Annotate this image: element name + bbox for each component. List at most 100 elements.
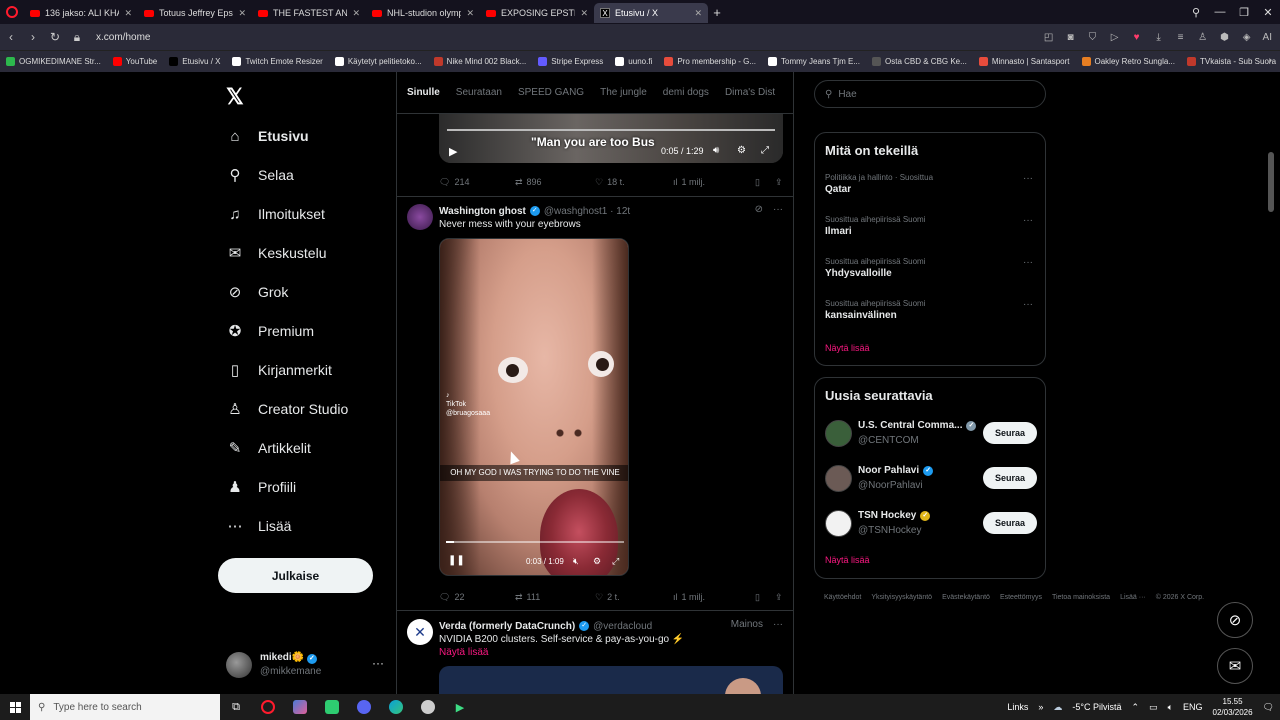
- nav-item-selaa[interactable]: ⚲ Selaa: [226, 166, 294, 184]
- footer-link[interactable]: Evästekäytäntö: [942, 594, 990, 601]
- shield-icon[interactable]: ⛉: [1083, 32, 1103, 43]
- discord-icon[interactable]: [348, 694, 380, 720]
- footer-link[interactable]: Yksityisyyskäytäntö: [871, 594, 932, 601]
- nav-item-premium[interactable]: ✪ Premium: [226, 322, 314, 340]
- volume-icon[interactable]: 🔈︎: [1168, 702, 1173, 713]
- like-button[interactable]: ♡ 2 t.: [595, 589, 673, 605]
- bookmark-item[interactable]: Osta CBD & CBG Ke...: [872, 57, 967, 66]
- start-button[interactable]: [0, 694, 30, 720]
- task-view-icon[interactable]: ⧉: [220, 694, 252, 720]
- network-icon[interactable]: ▭: [1149, 702, 1158, 713]
- browser-tab[interactable]: THE FASTEST ANIMATRON ✕: [252, 3, 366, 23]
- follow-button[interactable]: Seuraa: [983, 467, 1037, 489]
- footer-link[interactable]: Esteettömyys: [1000, 594, 1042, 601]
- avatar[interactable]: [407, 204, 433, 230]
- bookmark-item[interactable]: uuno.fi: [615, 57, 652, 66]
- share-icon[interactable]: ⇪: [775, 174, 783, 190]
- trend-item[interactable]: Suosittua aihepiirissä Suomi kansainvälin…: [825, 299, 1037, 329]
- chevron-icon[interactable]: »: [1038, 702, 1043, 712]
- play-icon[interactable]: ▷: [1105, 32, 1125, 43]
- search-tabs-icon[interactable]: ⚲: [1184, 6, 1208, 19]
- video-player[interactable]: "Man you are too Bus ▶ 0:05 / 1:29 🔊︎ ⚙ …: [439, 114, 783, 163]
- grok-fab-icon[interactable]: ⊘: [1217, 602, 1253, 638]
- follow-suggestion[interactable]: TSN Hockey ✓ @TSNHockey Seuraa: [825, 508, 1037, 538]
- reload-button[interactable]: ↻: [44, 30, 66, 44]
- follow-button[interactable]: Seuraa: [983, 512, 1037, 534]
- clock[interactable]: 15.55 02/03/2026: [1213, 696, 1253, 718]
- nav-item-creator-studio[interactable]: ♙ Creator Studio: [226, 400, 348, 418]
- back-button[interactable]: ‹: [0, 30, 22, 44]
- post-author-name[interactable]: Verda (formerly DataCrunch): [439, 621, 575, 632]
- profile-icon[interactable]: ♙: [1193, 32, 1213, 43]
- share-icon[interactable]: ⇪: [775, 589, 783, 605]
- nav-item-keskustelu[interactable]: ✉ Keskustelu: [226, 244, 327, 262]
- new-tab-button[interactable]: +: [708, 5, 726, 20]
- close-icon[interactable]: ✕: [580, 8, 588, 19]
- download-icon[interactable]: ⤓: [1149, 32, 1169, 43]
- taskbar-search-input[interactable]: ⚲ Type here to search: [30, 694, 220, 720]
- bookmark-item[interactable]: Twitch Emote Resizer: [232, 57, 323, 66]
- close-icon[interactable]: ✕: [124, 8, 132, 19]
- footer-link[interactable]: © 2026 X Corp.: [1156, 594, 1204, 601]
- more-icon[interactable]: ···: [1023, 173, 1033, 184]
- views-button[interactable]: ıl 1 milj.: [673, 589, 755, 605]
- nav-item-artikkelit[interactable]: ✎ Artikkelit: [226, 439, 311, 457]
- nav-item-ilmoitukset[interactable]: ♫ Ilmoitukset: [226, 205, 325, 223]
- post-author-name[interactable]: Washington ghost: [439, 206, 526, 217]
- bookmark-item[interactable]: Tommy Jeans Tjm E...: [768, 57, 860, 66]
- app-icon[interactable]: [316, 694, 348, 720]
- close-icon[interactable]: ✕: [238, 8, 246, 19]
- bookmark-icon[interactable]: ▯: [755, 174, 775, 190]
- show-more-link[interactable]: Näytä lisää: [825, 343, 870, 353]
- opera-menu-icon[interactable]: [0, 0, 24, 24]
- play-icon[interactable]: ▶: [449, 145, 457, 158]
- footer-link[interactable]: Tietoa mainoksista: [1052, 594, 1110, 601]
- views-button[interactable]: ıl 1 milj.: [673, 174, 755, 190]
- follow-suggestion[interactable]: U.S. Central Comma... ✓ @CENTCOM Seuraa: [825, 418, 1037, 448]
- bookmark-item[interactable]: Oakley Retro Sungla...: [1081, 57, 1175, 66]
- fullscreen-icon[interactable]: ⤢: [761, 145, 769, 156]
- bookmark-item[interactable]: Nike Mind 002 Black...: [433, 57, 526, 66]
- cube-icon[interactable]: ◈: [1237, 32, 1257, 43]
- reply-button[interactable]: 🗨︎ 22: [439, 589, 515, 605]
- timeline-tab[interactable]: demi dogs: [663, 87, 709, 98]
- bookmark-item[interactable]: Käytetyt pelitietoko...: [334, 57, 422, 66]
- nav-item-lisää[interactable]: ⋯ Lisää: [226, 517, 292, 535]
- post-author-handle[interactable]: @verdacloud: [593, 621, 652, 632]
- browser-tab[interactable]: Totuus Jeffrey Epsteinin k ✕: [138, 3, 252, 23]
- language-indicator[interactable]: ENG: [1183, 702, 1203, 712]
- avatar[interactable]: ✕: [407, 619, 433, 645]
- maximize-button[interactable]: ❐: [1232, 6, 1256, 19]
- avatar[interactable]: [825, 510, 852, 537]
- account-switcher[interactable]: mikedi🌼 ✓ @mikkemane ···: [226, 648, 394, 682]
- promoted-post[interactable]: ✕ Verda (formerly DataCrunch) ✓ @verdacl…: [397, 619, 793, 694]
- nav-item-kirjanmerkit[interactable]: ▯ Kirjanmerkit: [226, 361, 332, 379]
- bookmark-item[interactable]: OGMIKEDIMANE Str...: [6, 57, 101, 66]
- fullscreen-icon[interactable]: ⤢: [612, 556, 619, 567]
- bookmark-icon[interactable]: ▯: [755, 589, 775, 605]
- edge-icon[interactable]: [380, 694, 412, 720]
- video-player[interactable]: ♪ TikTok @bruagosaaa OH MY GOD I WAS TRYIN…: [439, 238, 629, 576]
- bookmark-item[interactable]: Etusivu / X: [169, 57, 220, 66]
- heart-icon[interactable]: ♥: [1127, 32, 1147, 43]
- extension-icon[interactable]: ⬢: [1215, 32, 1235, 43]
- show-more-link[interactable]: Näytä lisää: [439, 647, 488, 658]
- nav-item-grok[interactable]: ⊘ Grok: [226, 283, 289, 301]
- timeline-tab[interactable]: SPEED GANG: [518, 87, 584, 98]
- browser-tab-active[interactable]: X Etusivu / X ✕: [594, 3, 708, 23]
- bookmark-item[interactable]: YouTube: [112, 57, 157, 66]
- search-input[interactable]: ⚲ Hae: [814, 80, 1046, 108]
- mute-icon[interactable]: 🔇︎: [573, 556, 579, 567]
- video-progress-bar[interactable]: [446, 541, 624, 543]
- more-icon[interactable]: ···: [773, 204, 783, 215]
- timeline-tab[interactable]: Sinulle: [407, 87, 440, 98]
- trend-item[interactable]: Suosittua aihepiirissä Suomi Yhdysvalloil…: [825, 257, 1037, 287]
- ai-button[interactable]: AI: [1259, 32, 1276, 43]
- app-icon[interactable]: ▶: [444, 694, 476, 720]
- close-icon[interactable]: ✕: [466, 8, 474, 19]
- settings-icon[interactable]: ⚙: [737, 145, 746, 156]
- x-logo-icon[interactable]: 𝕏: [226, 84, 244, 110]
- nav-item-etusivu[interactable]: ⌂ Etusivu: [226, 127, 308, 145]
- trend-item[interactable]: Politiikka ja hallinto · Suosittua Qatar ·…: [825, 173, 1037, 203]
- screenshot-icon[interactable]: ◰: [1039, 32, 1059, 43]
